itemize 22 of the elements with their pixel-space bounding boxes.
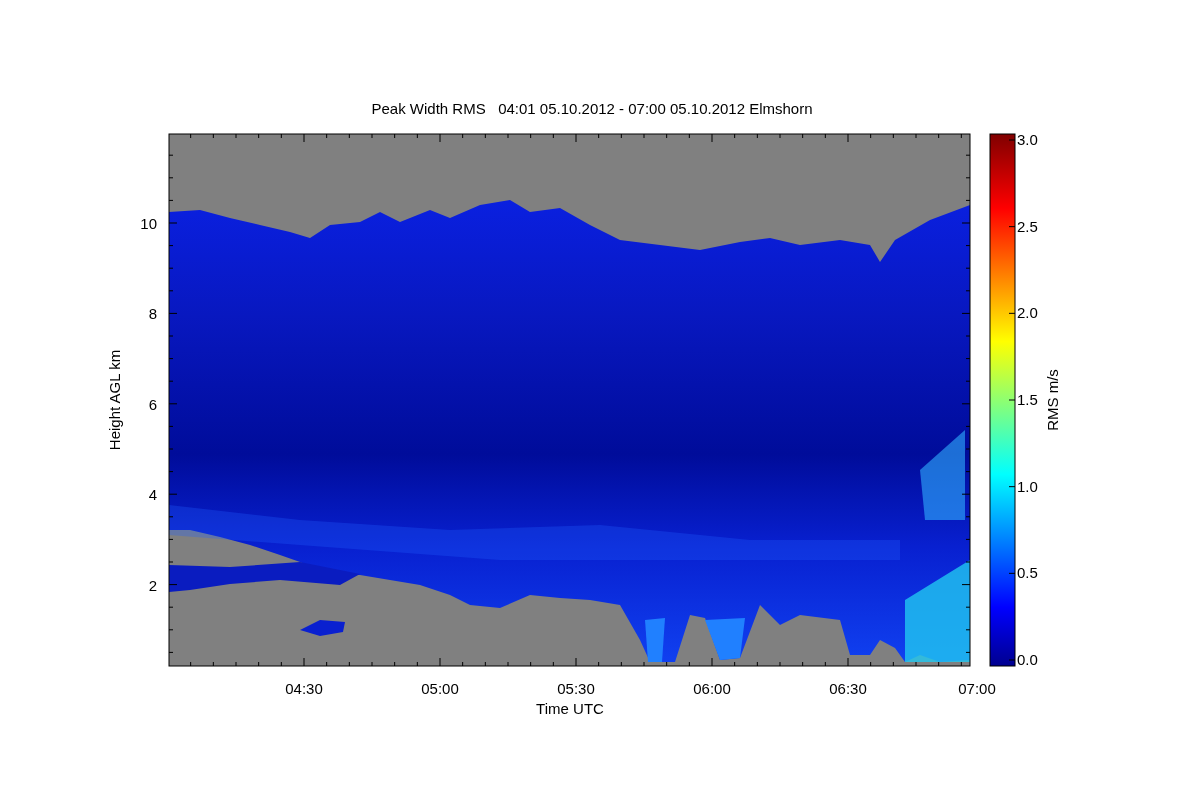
colorbar-tick-label: 1.5 xyxy=(1017,391,1038,408)
y-tick-label: 8 xyxy=(148,305,157,323)
x-tick-label: 07:00 xyxy=(958,680,996,697)
y-tick-label: 6 xyxy=(148,395,157,413)
y-axis-title: Height AGL km xyxy=(106,349,123,451)
y-tick-label: 4 xyxy=(148,486,157,504)
chart-title: Peak Width RMS 04:01 05.10.2012 - 07:00 05.10.2012 Elmshorn xyxy=(371,100,813,117)
colorbar-tick-label: 2.5 xyxy=(1017,217,1038,235)
colorbar-tick-label: 2.0 xyxy=(1017,304,1038,322)
x-tick-label: 05:30 xyxy=(557,680,595,697)
colorbar-title: RMS m/s xyxy=(1044,369,1061,431)
x-tick-label: 05:00 xyxy=(421,680,459,697)
y-tick-label: 10 xyxy=(140,215,157,232)
colorbar-tick-label: 0.0 xyxy=(1017,651,1038,668)
y-tick-label: 2 xyxy=(148,576,157,594)
colorbar-tick-label: 0.5 xyxy=(1017,564,1038,582)
x-tick-label: 04:30 xyxy=(285,680,323,697)
x-tick-label: 06:00 xyxy=(693,680,731,697)
colorbar-tick-label: 1.0 xyxy=(1017,477,1038,495)
colorbar-tick-label: 3.0 xyxy=(1017,131,1038,148)
x-axis-title: Time UTC xyxy=(536,700,604,717)
x-tick-label: 06:30 xyxy=(829,680,867,697)
